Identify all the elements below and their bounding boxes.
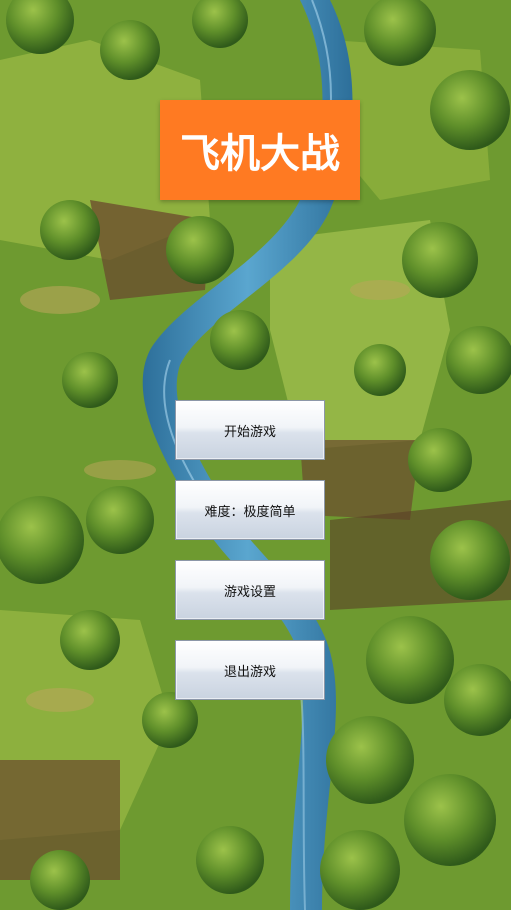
game-settings-button[interactable]: 游戏设置 [175,560,325,620]
exit-game-button[interactable]: 退出游戏 [175,640,325,700]
start-game-button[interactable]: 开始游戏 [175,400,325,460]
difficulty-button[interactable]: 难度：极度简单 [175,480,325,540]
game-title: 飞机大战 [160,100,360,200]
